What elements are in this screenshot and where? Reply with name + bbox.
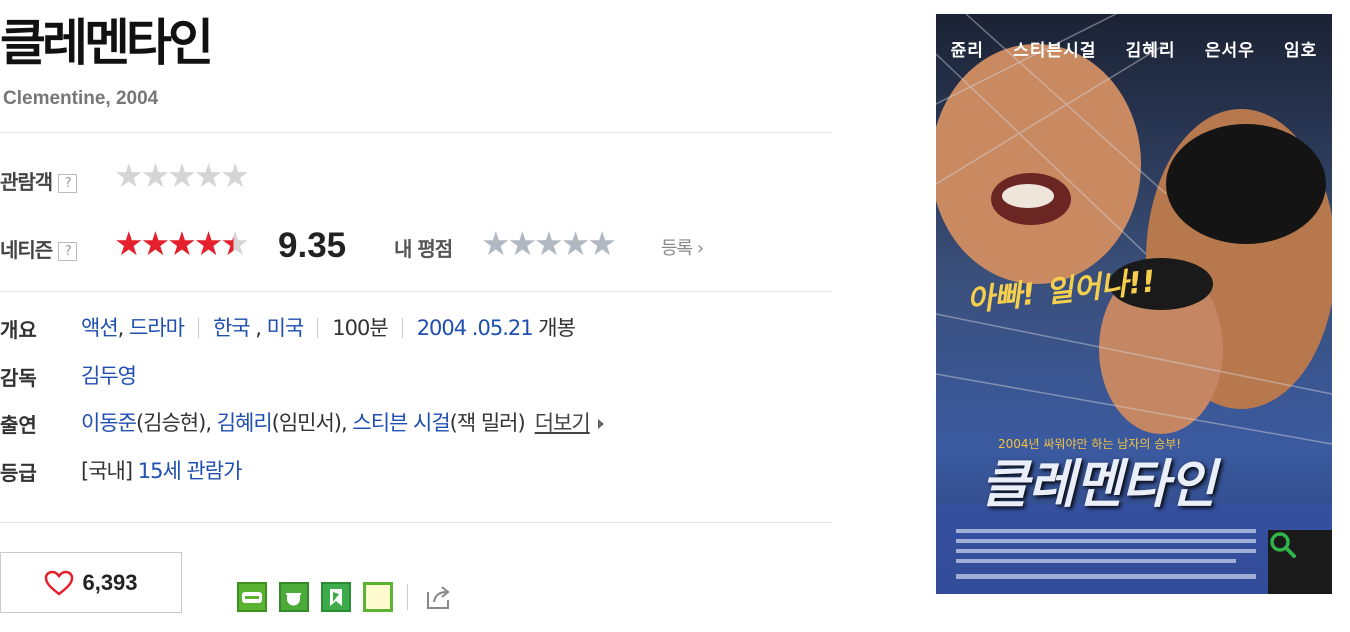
help-icon[interactable]: ? xyxy=(58,242,78,261)
comma: , xyxy=(205,411,217,435)
netizen-stars: ★★★★★ xyxy=(114,224,250,264)
director-info: 김두영 xyxy=(81,360,137,390)
help-icon[interactable]: ? xyxy=(58,174,78,193)
genre-link[interactable]: 액션 xyxy=(81,316,119,340)
runtime: 100분 xyxy=(332,316,388,340)
chevron-right-icon: › xyxy=(692,238,704,259)
poster-cast-names: 쥰리 스티븐시걸 김혜리 은서우 임호 xyxy=(936,36,1332,61)
divider xyxy=(0,522,832,523)
rating-link[interactable]: 15세 관람가 xyxy=(138,459,243,483)
cast-role: (잭 밀러) xyxy=(449,411,526,435)
poster-cast-name: 은서우 xyxy=(1204,41,1255,61)
cast-link[interactable]: 김혜리 xyxy=(217,411,273,435)
comma: , xyxy=(341,411,353,435)
my-rating-label: 내 평점 xyxy=(394,237,453,261)
more-cast-link[interactable]: 더보기 xyxy=(535,411,591,435)
movie-subtitle: Clementine, 2004 xyxy=(3,88,159,109)
poster-cast-name: 쥰리 xyxy=(950,41,984,61)
country-link[interactable]: 한국 xyxy=(213,316,251,340)
memo-icon[interactable] xyxy=(363,582,393,612)
release-date-link[interactable]: 2004 .05.21 xyxy=(417,316,534,340)
director-label: 감독 xyxy=(0,366,37,390)
zoom-button[interactable] xyxy=(1268,530,1332,594)
separator xyxy=(401,318,403,338)
audience-stars: ★★★★★ xyxy=(114,156,250,196)
netizen-star-half: ★ xyxy=(220,224,250,263)
bookmark-icon[interactable] xyxy=(321,582,351,612)
country-link[interactable]: 미국 xyxy=(267,316,305,340)
rating-label: 등급 xyxy=(0,461,37,485)
movie-title: 클레멘타인 xyxy=(0,14,214,72)
cast-role: (임민서) xyxy=(271,411,342,435)
poster-cast-name: 김혜리 xyxy=(1125,41,1176,61)
movie-poster[interactable]: 쥰리 스티븐시걸 김혜리 은서우 임호 아빠! 일어나!! 2004년 싸워야만… xyxy=(936,14,1332,594)
overview-label: 개요 xyxy=(0,318,37,342)
heart-icon xyxy=(45,570,74,596)
poster-title: 클레멘타인 xyxy=(981,455,1216,515)
director-link[interactable]: 김두영 xyxy=(81,364,137,388)
cafe-icon[interactable] xyxy=(279,582,309,612)
cast-link[interactable]: 이동준 xyxy=(81,411,137,435)
netizen-label-text: 네티즌 xyxy=(0,238,53,262)
my-rating-stars-glyphs[interactable]: ★★★★★ xyxy=(481,224,617,264)
comma: , xyxy=(117,316,129,340)
comma: , xyxy=(249,316,267,340)
poster-cast-name: 스티븐시걸 xyxy=(1013,41,1097,61)
cast-label: 출연 xyxy=(0,413,37,437)
separator xyxy=(197,318,199,338)
audience-rating-label: 관람객? xyxy=(0,166,78,195)
share-icon[interactable] xyxy=(422,582,454,612)
separator xyxy=(317,318,319,338)
like-button[interactable]: 6,393 xyxy=(0,552,182,613)
rating-prefix: [국내] xyxy=(81,459,133,483)
cast-role: (김승현) xyxy=(135,411,206,435)
my-rating-stars[interactable]: ★★★★★ xyxy=(481,224,617,264)
poster-cast-name: 임호 xyxy=(1284,41,1318,61)
play-arrow-icon xyxy=(597,419,604,429)
divider xyxy=(0,132,832,133)
divider xyxy=(0,291,832,292)
separator xyxy=(407,584,408,610)
share-bar xyxy=(237,582,454,612)
overview-info: 액션, 드라마 한국 , 미국 100분 2004 .05.21 개봉 xyxy=(81,312,576,342)
netizen-score: 9.35 xyxy=(278,226,347,265)
audience-label-text: 관람객 xyxy=(0,170,53,194)
search-icon xyxy=(1270,532,1296,558)
release-suffix: 개봉 xyxy=(538,316,576,340)
like-count: 6,393 xyxy=(82,569,138,595)
register-text[interactable]: 등록 xyxy=(661,238,693,259)
cast-info: 이동준(김승현), 김혜리(임민서), 스티븐 시걸(잭 밀러) 더보기 xyxy=(81,407,604,437)
rating-info: [국내] 15세 관람가 xyxy=(81,455,243,485)
netizen-stars-full: ★★★★ xyxy=(114,224,223,263)
netizen-rating-label: 네티즌? xyxy=(0,234,78,263)
genre-link[interactable]: 드라마 xyxy=(129,316,185,340)
cast-link[interactable]: 스티븐 시걸 xyxy=(352,411,450,435)
audience-stars-glyphs: ★★★★★ xyxy=(114,156,250,195)
blog-icon[interactable] xyxy=(237,582,267,612)
register-rating-link[interactable]: 등록 › xyxy=(661,234,704,260)
